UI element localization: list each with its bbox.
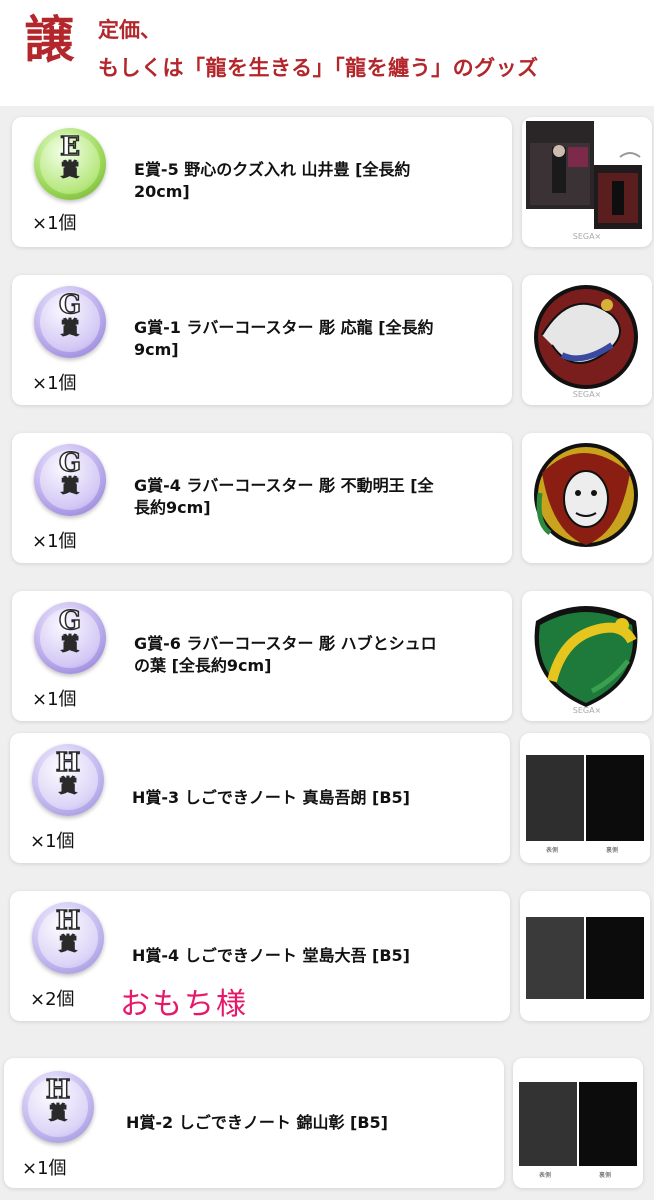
header-line-1: 定価、: [98, 17, 161, 42]
prize-name-line2: 20cm]: [134, 182, 190, 201]
prize-name-line1: G賞-6 ラバーコースター 彫 ハブとシュロ: [134, 634, 437, 653]
quantity: ×1個: [32, 373, 77, 394]
prize-card-h2[interactable]: H 賞 ×1個 H賞-2 しごできノート 錦山彰 [B5]: [4, 1058, 504, 1188]
grade-h-badge-icon: H 賞: [32, 744, 104, 816]
prize-card-g4[interactable]: G 賞 ×1個 G賞-4 ラバーコースター 彫 不動明王 [全 長約9cm]: [12, 433, 512, 563]
notebook-daigo-photo[interactable]: [520, 891, 650, 1021]
prize-card-g1[interactable]: G 賞 ×1個 G賞-1 ラバーコースター 彫 応龍 [全長約 9cm]: [12, 275, 512, 405]
prize-name-line2: 9cm]: [134, 340, 179, 359]
prize-card-g6[interactable]: G 賞 ×1個 G賞-6 ラバーコースター 彫 ハブとシュロ の葉 [全長約9c…: [12, 591, 512, 721]
prize-name: H賞-3 しごできノート 真島吾朗 [B5]: [132, 788, 410, 807]
quantity: ×1個: [32, 213, 77, 234]
prize-name: H賞-2 しごできノート 錦山彰 [B5]: [126, 1113, 388, 1132]
grade-h-badge-icon: H 賞: [32, 902, 104, 974]
prize-name-line2: 長約9cm]: [134, 498, 211, 517]
quantity: ×1個: [22, 1158, 67, 1179]
waste-bin-photo[interactable]: SEGA×: [522, 117, 652, 247]
notebook-front-icon: [519, 1082, 577, 1166]
notebook-back-icon: [586, 755, 644, 841]
prize-card-h4[interactable]: H 賞 ×2個 H賞-4 しごできノート 堂島大吾 [B5] おもち様: [10, 891, 510, 1022]
grade-g-badge-icon: G 賞: [34, 286, 106, 358]
prize-card-h3[interactable]: H 賞 ×1個 H賞-3 しごできノート 真島吾朗 [B5]: [10, 733, 510, 863]
header: 譲 定価、 もしくは「龍を生きる」「龍を纏う」のグッズ: [0, 0, 654, 106]
habu-coaster-icon: [534, 606, 638, 707]
prize-name: H賞-4 しごできノート 堂島大吾 [B5]: [132, 946, 410, 965]
notebook-front-icon: [526, 755, 584, 841]
quantity: ×1個: [32, 689, 77, 710]
quantity: ×2個: [30, 989, 75, 1010]
prize-name-line1: G賞-4 ラバーコースター 彫 不動明王 [全: [134, 476, 434, 495]
prize-name-line1: G賞-1 ラバーコースター 彫 応龍 [全長約: [134, 318, 434, 337]
coaster-fudo-photo[interactable]: [522, 433, 652, 563]
waste-bin-icon: [526, 121, 642, 229]
grade-g-badge-icon: G 賞: [34, 444, 106, 516]
grade-e-badge-icon: E 賞: [34, 128, 106, 200]
notebook-nishikiyama-photo[interactable]: 表側 裏側: [513, 1058, 643, 1188]
notebook-majima-photo[interactable]: 表側 裏側: [520, 733, 650, 863]
header-line-2: もしくは「龍を生きる」「龍を纏う」のグッズ: [98, 55, 539, 80]
winner-name: おもち様: [120, 987, 248, 1022]
coaster-habu-photo[interactable]: SEGA×: [522, 591, 652, 721]
grade-g-badge-icon: G 賞: [34, 602, 106, 674]
quantity: ×1個: [32, 531, 77, 552]
fudo-coaster-icon: [534, 443, 638, 547]
dragon-coaster-icon: [534, 285, 638, 389]
notebook-back-icon: [586, 917, 644, 999]
prize-name-line2: の葉 [全長約9cm]: [134, 656, 272, 675]
prize-card-e5[interactable]: E 賞 ×1個 E賞-5 野心のクズ入れ 山井豊 [全長約 20cm]: [12, 117, 512, 247]
quantity: ×1個: [30, 831, 75, 852]
notebook-front-icon: [526, 917, 584, 999]
yuzuru-title: 譲: [24, 10, 74, 69]
notebook-back-icon: [579, 1082, 637, 1166]
prize-name-line1: E賞-5 野心のクズ入れ 山井豊 [全長約: [134, 160, 411, 179]
grade-h-badge-icon: H 賞: [22, 1071, 94, 1143]
coaster-dragon-photo[interactable]: SEGA×: [522, 275, 652, 405]
